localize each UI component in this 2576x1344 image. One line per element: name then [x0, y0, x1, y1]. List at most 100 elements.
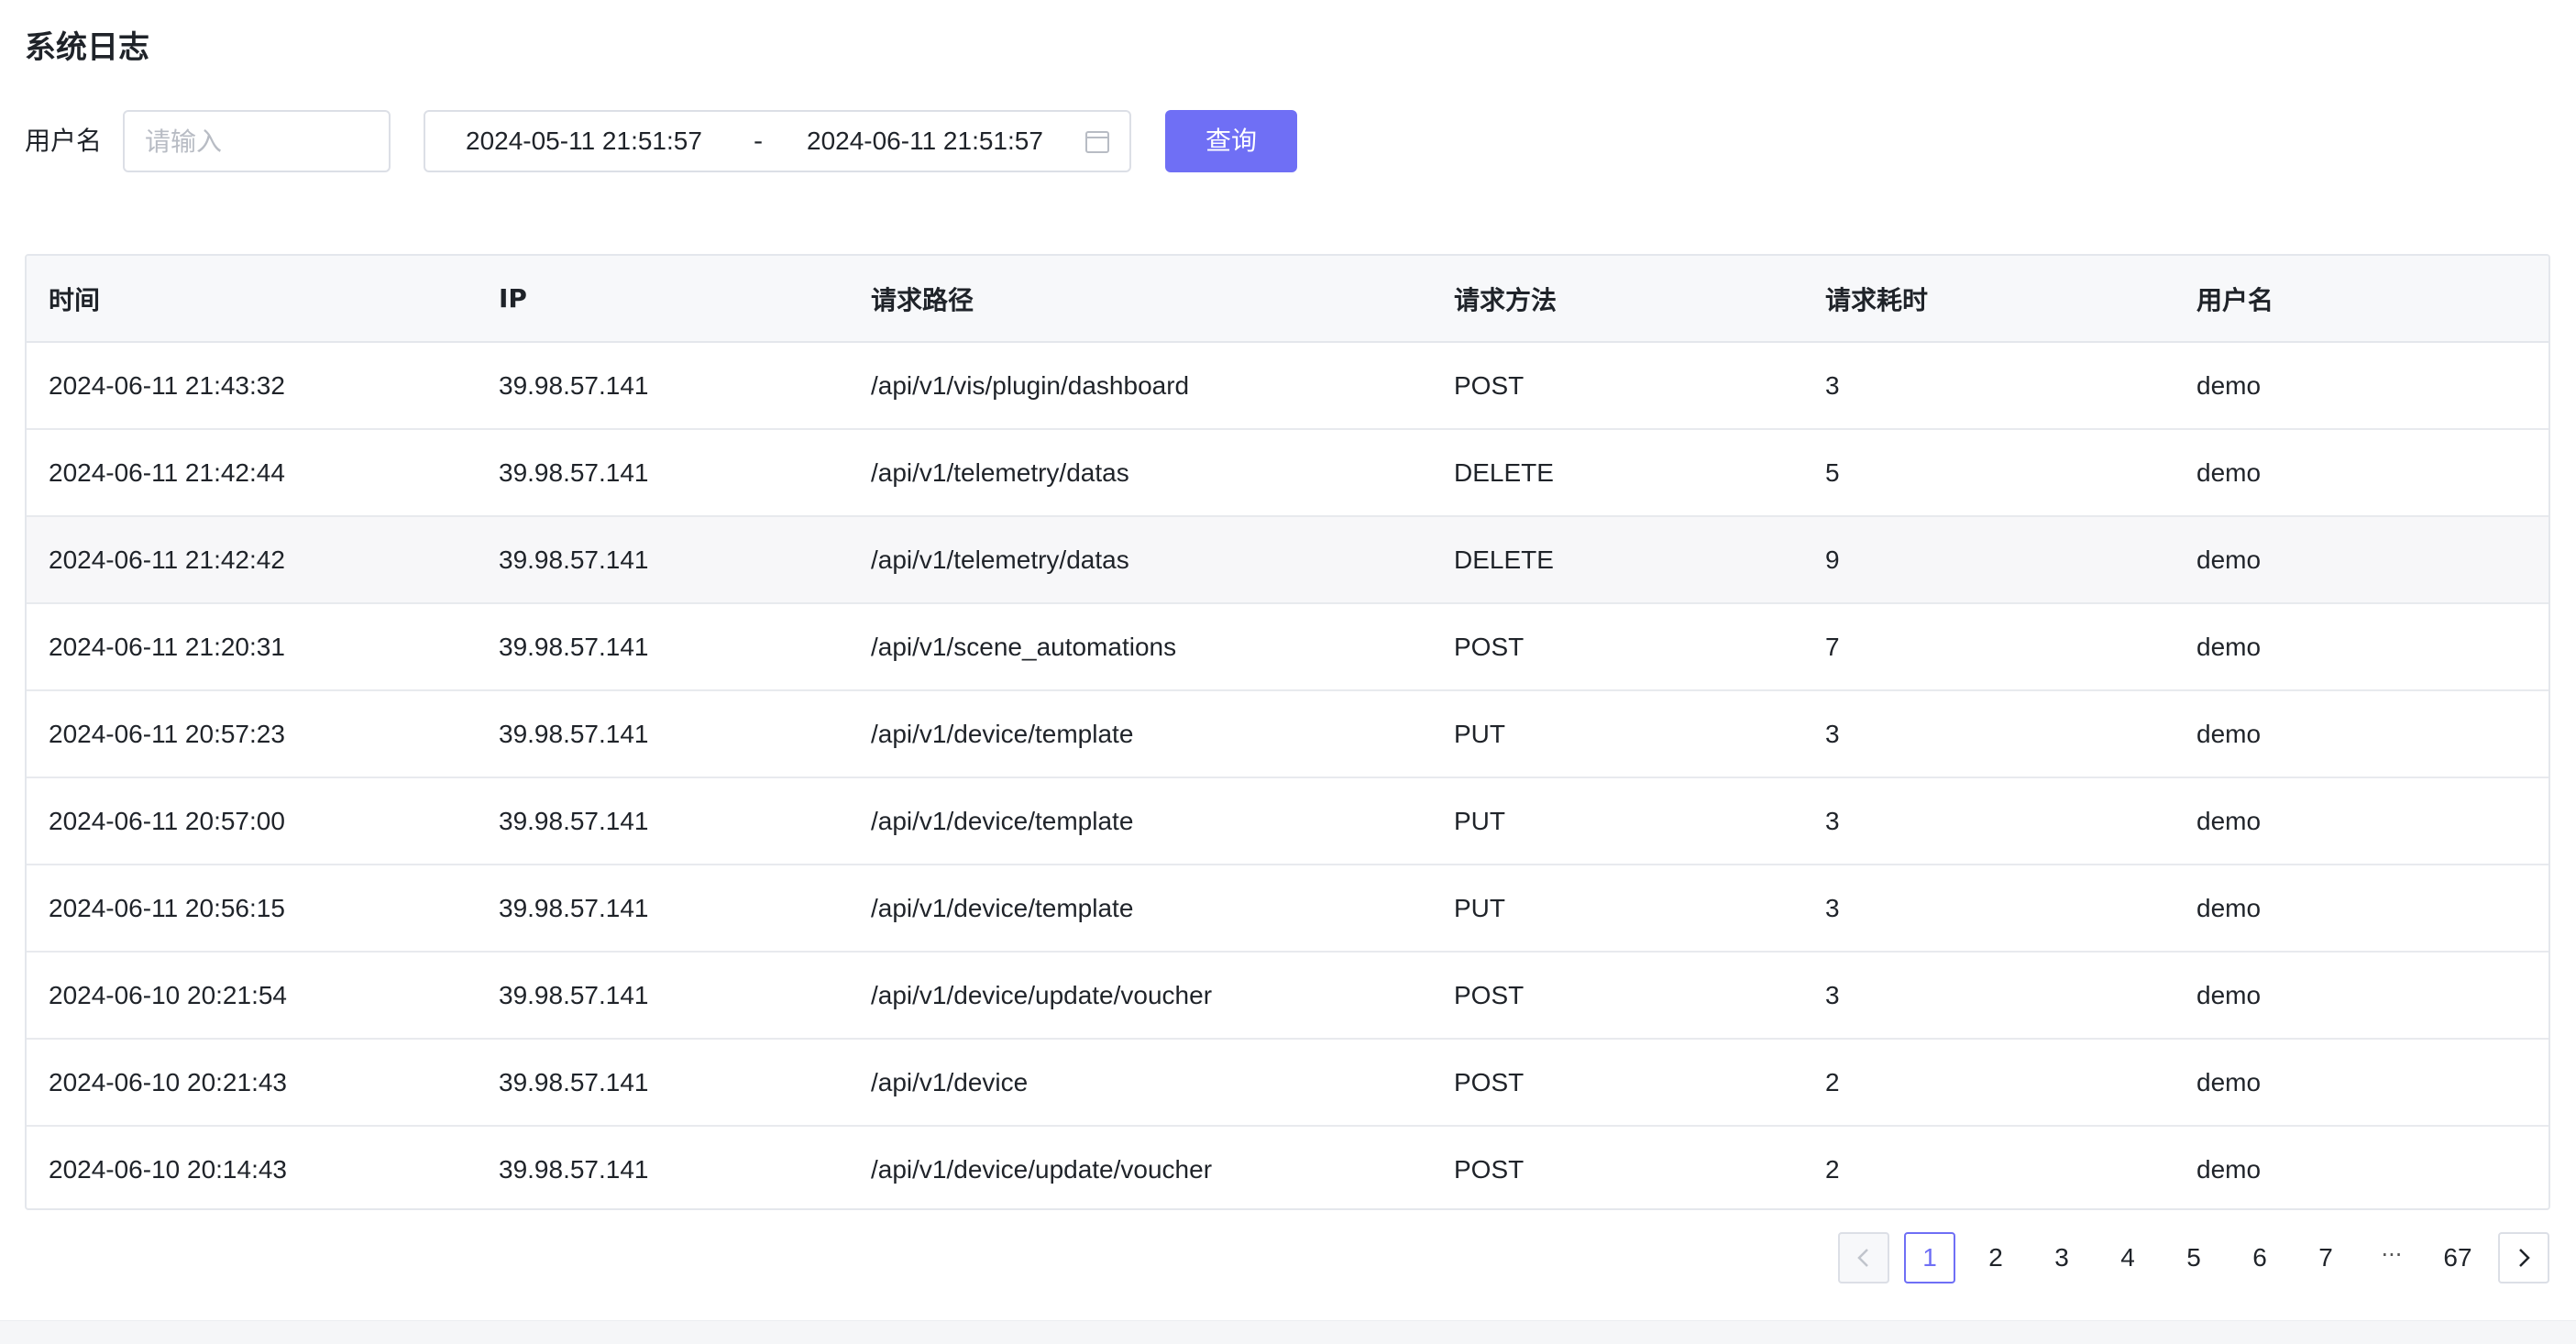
page-3[interactable]: 3 [2036, 1232, 2087, 1283]
cell-username: demo [2196, 719, 2262, 748]
next-page-button[interactable] [2498, 1232, 2549, 1283]
cell-request-method: PUT [1454, 806, 1505, 835]
cell-username: demo [2196, 980, 2262, 1009]
cell-request-path: /api/v1/scene_automations [871, 632, 1177, 661]
query-button[interactable]: 查询 [1165, 110, 1297, 172]
cell-request-path: /api/v1/telemetry/datas [871, 545, 1129, 574]
cell-time: 2024-06-11 21:20:31 [49, 632, 285, 661]
table-row[interactable]: 2024-06-11 20:57:00 39.98.57.141/api/v1/d… [27, 777, 2548, 865]
calendar-icon[interactable] [1084, 128, 1111, 156]
cell-request-duration: 9 [1825, 545, 1840, 574]
page-last[interactable]: 67 [2432, 1232, 2483, 1283]
date-end[interactable]: 2024-06-11 21:51:57 [807, 112, 1043, 171]
cell-time: 2024-06-10 20:21:43 [49, 1067, 287, 1096]
cell-request-path: /api/v1/device/update/voucher [871, 980, 1213, 1009]
cell-request-path: /api/v1/device [871, 1067, 1029, 1096]
table-row[interactable]: 2024-06-10 20:21:43 39.98.57.141/api/v1/d… [27, 1039, 2548, 1126]
cell-time: 2024-06-10 20:14:43 [49, 1155, 287, 1184]
cell-request-path: /api/v1/device/template [871, 893, 1134, 922]
cell-time: 2024-06-11 21:43:32 [49, 370, 285, 400]
prev-page-button[interactable] [1838, 1232, 1889, 1283]
cell-request-method: PUT [1454, 893, 1505, 922]
cell-username: demo [2196, 1067, 2262, 1096]
cell-ip: 39.98.57.141 [499, 806, 649, 835]
cell-request-duration: 3 [1825, 980, 1840, 1009]
header-username: 用户名 [2174, 256, 2548, 343]
cell-request-path: /api/v1/device/template [871, 806, 1134, 835]
cell-time: 2024-06-11 20:57:23 [49, 719, 285, 748]
cell-time: 2024-06-11 21:42:44 [49, 457, 285, 487]
cell-request-method: PUT [1454, 719, 1505, 748]
table-header-row: 时间 IP 请求路径 请求方法 请求耗时 用户名 [27, 256, 2548, 343]
cell-ip: 39.98.57.141 [499, 1067, 649, 1096]
cell-ip: 39.98.57.141 [499, 545, 649, 574]
cell-ip: 39.98.57.141 [499, 893, 649, 922]
cell-time: 2024-06-10 20:21:54 [49, 980, 287, 1009]
date-range-picker[interactable]: 2024-05-11 21:51:57 - 2024-06-11 21:51:5… [424, 110, 1131, 172]
date-separator: - [754, 126, 764, 156]
page-title: 系统日志 [25, 29, 149, 66]
cell-request-duration: 3 [1825, 370, 1840, 400]
table-row[interactable]: 2024-06-11 21:43:32 39.98.57.141/api/v1/v… [27, 342, 2548, 429]
cell-ip: 39.98.57.141 [499, 1155, 649, 1184]
cell-request-method: POST [1454, 980, 1525, 1009]
system-log-page: 系统日志 用户名 2024-05-11 21:51:57 - 2024-06-1… [0, 0, 2576, 1344]
footer-strip [0, 1320, 2576, 1344]
cell-request-method: POST [1454, 370, 1525, 400]
username-label: 用户名 [25, 126, 103, 156]
cell-ip: 39.98.57.141 [499, 980, 649, 1009]
cell-request-duration: 3 [1825, 806, 1840, 835]
header-request-path: 请求路径 [849, 256, 1432, 343]
chevron-right-icon [2519, 1249, 2530, 1267]
table-row[interactable]: 2024-06-11 20:56:15 39.98.57.141/api/v1/d… [27, 865, 2548, 952]
header-time: 时间 [27, 256, 477, 343]
cell-request-duration: 3 [1825, 719, 1840, 748]
page-1[interactable]: 1 [1904, 1232, 1955, 1283]
cell-ip: 39.98.57.141 [499, 632, 649, 661]
page-6[interactable]: 6 [2234, 1232, 2285, 1283]
page-2[interactable]: 2 [1970, 1232, 2021, 1283]
cell-request-method: POST [1454, 1067, 1525, 1096]
cell-ip: 39.98.57.141 [499, 719, 649, 748]
username-input[interactable] [123, 110, 391, 172]
table-row[interactable]: 2024-06-11 21:42:42 39.98.57.141/api/v1/t… [27, 516, 2548, 603]
cell-request-duration: 7 [1825, 632, 1840, 661]
cell-time: 2024-06-11 21:42:42 [49, 545, 285, 574]
cell-request-duration: 3 [1825, 893, 1840, 922]
page-7[interactable]: 7 [2300, 1232, 2351, 1283]
table-row[interactable]: 2024-06-11 21:20:31 39.98.57.141/api/v1/s… [27, 603, 2548, 690]
page-5[interactable]: 5 [2168, 1232, 2219, 1283]
header-ip: IP [477, 256, 849, 343]
cell-request-method: DELETE [1454, 545, 1554, 574]
cell-request-method: POST [1454, 1155, 1525, 1184]
cell-username: demo [2196, 545, 2262, 574]
pagination: 1234567 ··· 67 [0, 1232, 2576, 1283]
cell-request-duration: 2 [1825, 1155, 1840, 1184]
cell-request-path: /api/v1/vis/plugin/dashboard [871, 370, 1190, 400]
cell-ip: 39.98.57.141 [499, 457, 649, 487]
cell-username: demo [2196, 1155, 2262, 1184]
cell-username: demo [2196, 632, 2262, 661]
cell-time: 2024-06-11 20:57:00 [49, 806, 285, 835]
cell-request-duration: 2 [1825, 1067, 1840, 1096]
chevron-left-icon [1857, 1249, 1868, 1267]
cell-username: demo [2196, 370, 2262, 400]
cell-request-path: /api/v1/device/template [871, 719, 1134, 748]
log-table: 时间 IP 请求路径 请求方法 请求耗时 用户名 2024-06-11 21:4… [25, 254, 2550, 1210]
cell-username: demo [2196, 806, 2262, 835]
header-request-method: 请求方法 [1432, 256, 1803, 343]
date-start[interactable]: 2024-05-11 21:51:57 [466, 112, 702, 171]
header-request-duration: 请求耗时 [1803, 256, 2174, 343]
cell-username: demo [2196, 893, 2262, 922]
table-row[interactable]: 2024-06-11 20:57:23 39.98.57.141/api/v1/d… [27, 690, 2548, 777]
table-row[interactable]: 2024-06-10 20:21:54 39.98.57.141/api/v1/d… [27, 952, 2548, 1039]
page-4[interactable]: 4 [2102, 1232, 2153, 1283]
pager-ellipsis[interactable]: ··· [2366, 1232, 2417, 1283]
cell-ip: 39.98.57.141 [499, 370, 649, 400]
cell-request-method: POST [1454, 632, 1525, 661]
cell-request-path: /api/v1/device/update/voucher [871, 1155, 1213, 1184]
cell-time: 2024-06-11 20:56:15 [49, 893, 285, 922]
table-row[interactable]: 2024-06-10 20:14:43 39.98.57.141/api/v1/d… [27, 1126, 2548, 1208]
cell-request-duration: 5 [1825, 457, 1840, 487]
table-row[interactable]: 2024-06-11 21:42:44 39.98.57.141/api/v1/t… [27, 429, 2548, 516]
